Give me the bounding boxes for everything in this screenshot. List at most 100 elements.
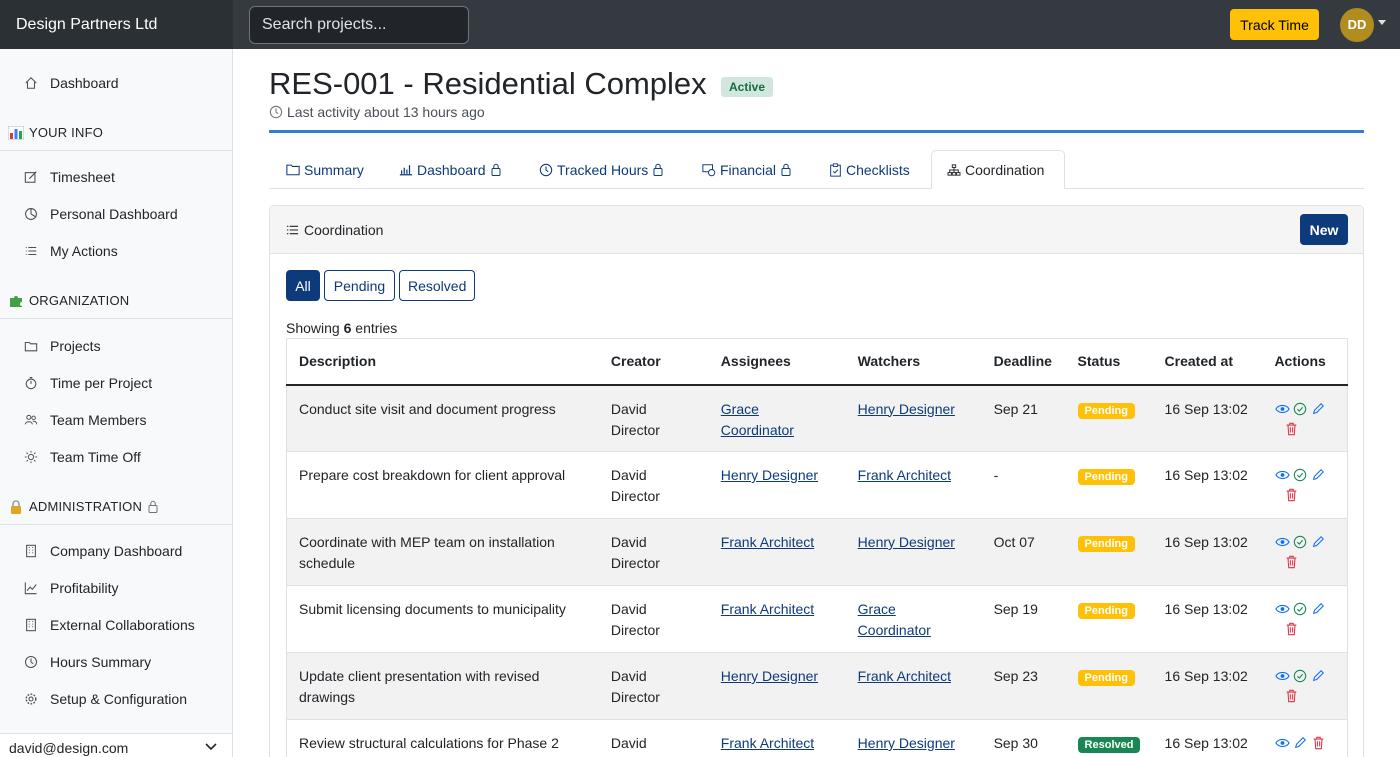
new-coordination-button[interactable]: New — [1300, 214, 1348, 245]
cell-created-at: 16 Sep 13:02 — [1152, 652, 1263, 720]
resolve-check-icon[interactable] — [1292, 668, 1308, 684]
view-icon[interactable] — [1274, 668, 1290, 684]
column-header-created-at[interactable]: Created at — [1152, 338, 1263, 386]
delete-icon[interactable] — [1283, 621, 1299, 637]
view-icon[interactable] — [1274, 467, 1290, 483]
resolve-check-icon[interactable] — [1292, 401, 1308, 417]
watcher-link[interactable]: Grace Coordinator — [858, 601, 931, 638]
resolve-check-icon[interactable] — [1292, 601, 1308, 617]
track-time-button[interactable]: Track Time — [1230, 9, 1319, 40]
sidebar-item-team-members[interactable]: Team Members — [0, 401, 232, 438]
cell-created-at: 16 Sep 13:02 — [1152, 518, 1263, 586]
edit-icon[interactable] — [1310, 467, 1326, 483]
watcher-link[interactable]: Henry Designer — [858, 534, 955, 550]
assignee-link[interactable]: Henry Designer — [721, 668, 818, 684]
bar-chart-emoji-icon — [8, 125, 24, 140]
tab-dashboard[interactable]: Dashboard — [399, 150, 505, 189]
sidebar-item-projects[interactable]: Projects — [0, 327, 232, 364]
watcher-link[interactable]: Henry Designer — [858, 401, 955, 417]
cell-assignee: Henry Designer — [708, 451, 846, 519]
tab-label: Financial — [720, 161, 777, 178]
brand-name[interactable]: Design Partners Ltd — [0, 0, 233, 49]
delete-icon[interactable] — [1283, 421, 1299, 437]
sidebar-item-my-actions[interactable]: My Actions — [0, 232, 232, 269]
tab-coordination[interactable]: Coordination — [931, 150, 1065, 189]
column-header-deadline[interactable]: Deadline — [981, 338, 1066, 386]
cell-deadline: Sep 30 — [981, 719, 1066, 757]
watcher-link[interactable]: Frank Architect — [858, 467, 951, 483]
sidebar-item-external-collaborations[interactable]: External Collaborations — [0, 606, 232, 643]
assignee-link[interactable]: Frank Architect — [721, 601, 814, 617]
view-icon[interactable] — [1274, 601, 1290, 617]
sidebar-item-personal-dashboard[interactable]: Personal Dashboard — [0, 195, 232, 232]
column-header-status[interactable]: Status — [1065, 338, 1153, 386]
edit-icon[interactable] — [1310, 668, 1326, 684]
filter-resolved-button[interactable]: Resolved — [399, 270, 475, 301]
watcher-link[interactable]: Henry Designer — [858, 735, 955, 751]
tab-tracked-hours[interactable]: Tracked Hours — [539, 150, 667, 189]
sidebar-item-label: Profitability — [50, 579, 119, 596]
delete-icon[interactable] — [1283, 688, 1299, 704]
status-badge: Resolved — [1077, 737, 1141, 753]
cell-created-at: 16 Sep 13:02 — [1152, 384, 1263, 452]
building-icon — [26, 544, 36, 557]
table-body: Conduct site visit and document progress… — [285, 384, 1349, 757]
status-badge: Active — [721, 77, 774, 97]
row-actions — [1274, 465, 1334, 503]
tab-checklists[interactable]: Checklists — [829, 150, 910, 189]
filter-all-button[interactable]: All — [286, 270, 320, 301]
assignee-link[interactable]: Henry Designer — [721, 467, 818, 483]
assignee-link[interactable]: Grace Coordinator — [721, 401, 794, 438]
search-input[interactable] — [249, 6, 469, 44]
row-actions — [1274, 532, 1334, 570]
column-header-creator[interactable]: Creator — [598, 338, 709, 386]
user-menu[interactable]: david@design.com — [0, 733, 232, 757]
tab-financial[interactable]: Financial — [702, 150, 795, 189]
edit-icon[interactable] — [1310, 534, 1326, 550]
avatar[interactable]: DD — [1340, 8, 1374, 42]
tab-label: Tracked Hours — [557, 161, 649, 178]
view-icon[interactable] — [1274, 735, 1290, 751]
cell-description: Review structural calculations for Phase… — [285, 719, 599, 757]
filter-pending-button[interactable]: Pending — [324, 270, 395, 301]
cell-watcher: Henry Designer — [845, 384, 982, 452]
table-row: Conduct site visit and document progress… — [285, 384, 1349, 452]
sidebar-item-company-dashboard[interactable]: Company Dashboard — [0, 532, 232, 569]
column-header-description[interactable]: Description — [285, 338, 599, 386]
top-navbar: Design Partners Ltd Track Time DD — [0, 0, 1400, 49]
sidebar-item-timesheet[interactable]: Timesheet — [0, 158, 232, 195]
view-icon[interactable] — [1274, 534, 1290, 550]
watcher-link[interactable]: Frank Architect — [858, 668, 951, 684]
sidebar-item-profitability[interactable]: Profitability — [0, 569, 232, 606]
assignee-link[interactable]: Frank Architect — [721, 735, 814, 751]
sidebar-item-team-time-off[interactable]: Team Time Off — [0, 438, 232, 475]
sidebar-item-dashboard[interactable]: Dashboard — [0, 64, 232, 101]
delete-icon[interactable] — [1310, 735, 1326, 751]
card-title: Coordination — [286, 222, 383, 238]
delete-icon[interactable] — [1283, 554, 1299, 570]
resolve-check-icon[interactable] — [1292, 467, 1308, 483]
edit-icon[interactable] — [1292, 735, 1308, 751]
sidebar-item-time-per-project[interactable]: Time per Project — [0, 364, 232, 401]
edit-icon[interactable] — [1310, 401, 1326, 417]
table-row: Update client presentation with revised … — [285, 652, 1349, 720]
delete-icon[interactable] — [1283, 487, 1299, 503]
tab-summary[interactable]: Summary — [286, 150, 364, 189]
entries-count: Showing 6 entries — [286, 320, 397, 336]
column-header-assignees[interactable]: Assignees — [708, 338, 846, 386]
sidebar-item-setup-configuration[interactable]: Setup & Configuration — [0, 680, 232, 717]
resolve-check-icon[interactable] — [1292, 534, 1308, 550]
chevron-down-icon[interactable] — [205, 743, 217, 751]
sun-icon — [24, 450, 38, 463]
home-icon — [25, 76, 37, 89]
coordination-table: Description Creator Assignees Watchers D… — [285, 338, 1349, 757]
avatar-caret-icon[interactable] — [1378, 20, 1386, 25]
edit-icon[interactable] — [1310, 601, 1326, 617]
clipboard-check-icon — [830, 162, 841, 177]
showing-suffix: entries — [355, 320, 398, 336]
view-icon[interactable] — [1274, 401, 1290, 417]
assignee-link[interactable]: Frank Architect — [721, 534, 814, 550]
section-title: ORGANIZATION — [29, 293, 130, 308]
column-header-watchers[interactable]: Watchers — [845, 338, 982, 386]
sidebar-item-hours-summary[interactable]: Hours Summary — [0, 643, 232, 680]
